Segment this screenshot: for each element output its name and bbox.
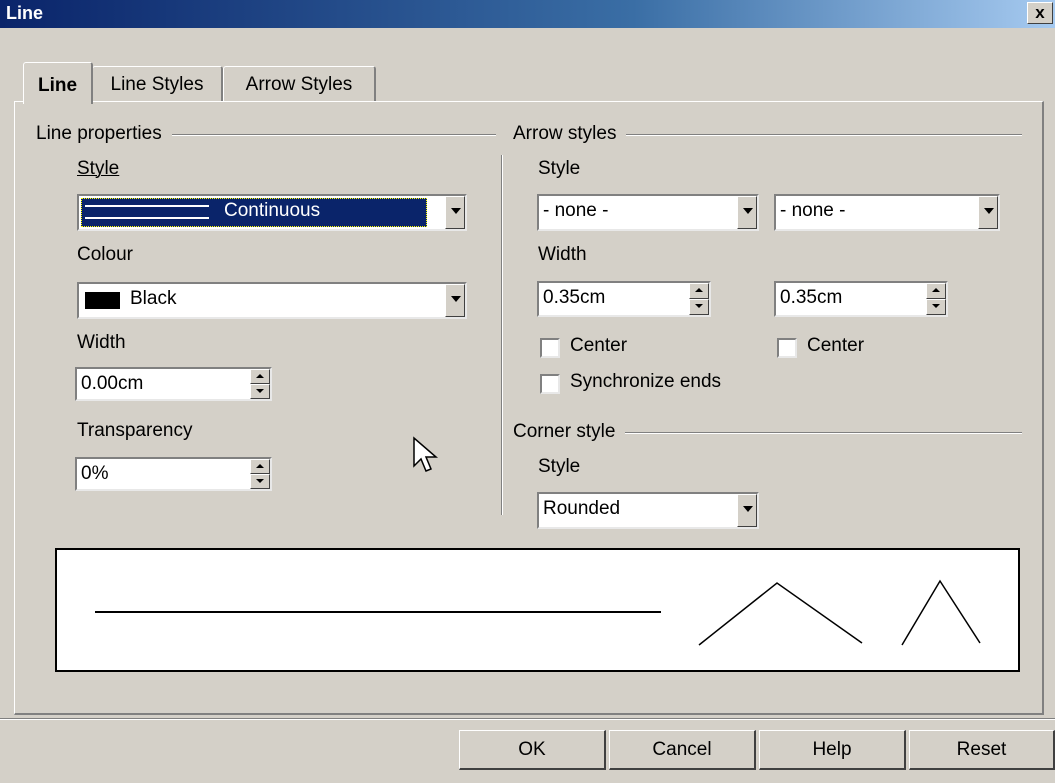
arrow-end-style-dropdown[interactable]: - none - — [774, 194, 1000, 231]
center-end-label: Center — [807, 335, 865, 356]
corner-style-label: Style — [538, 456, 581, 477]
preview-corner-wide — [698, 582, 863, 646]
line-style-dropdown[interactable]: Continuous — [77, 194, 467, 231]
group-divider — [501, 155, 503, 515]
title-bar — [0, 0, 1055, 28]
cancel-button[interactable]: Cancel — [609, 730, 756, 770]
footer-separator — [0, 718, 1055, 720]
transparency-field[interactable]: 0% — [75, 457, 272, 491]
line-properties-heading: Line properties — [36, 123, 172, 145]
ok-button[interactable]: OK — [459, 730, 606, 770]
center-start-checkbox[interactable] — [540, 338, 560, 358]
synchronize-ends-checkbox[interactable] — [540, 374, 560, 394]
chevron-down-icon[interactable] — [445, 284, 465, 317]
tab-line[interactable]: Line — [23, 62, 93, 104]
tab-line-label: Line — [37, 75, 78, 96]
spin-up-icon[interactable] — [926, 283, 946, 299]
line-width-value: 0.00cm — [81, 373, 144, 394]
arrow-end-width-field[interactable]: 0.35cm — [774, 281, 948, 317]
chevron-down-icon[interactable] — [737, 494, 757, 527]
corner-style-value: Rounded — [543, 498, 621, 519]
spin-down-icon[interactable] — [250, 474, 270, 489]
spin-down-icon[interactable] — [689, 299, 709, 315]
arrow-end-style-value: - none - — [780, 200, 846, 221]
window-title: Line — [6, 3, 44, 23]
colour-dropdown[interactable]: Black — [77, 282, 467, 319]
arrow-start-width-field[interactable]: 0.35cm — [537, 281, 711, 317]
colour-label: Colour — [77, 244, 133, 265]
chevron-down-icon[interactable] — [978, 196, 998, 229]
line-style-label: Style — [77, 158, 120, 179]
tab-line-styles[interactable]: Line Styles — [92, 66, 223, 102]
width-label: Width — [77, 332, 126, 353]
line-width-spinner[interactable] — [250, 369, 270, 399]
chevron-down-icon[interactable] — [737, 196, 757, 229]
tab-arrow-styles[interactable]: Arrow Styles — [223, 66, 376, 102]
reset-button[interactable]: Reset — [909, 730, 1055, 770]
colour-swatch — [85, 292, 120, 309]
center-start-label: Center — [570, 335, 628, 356]
spin-down-icon[interactable] — [250, 384, 270, 399]
tab-arrow-styles-label: Arrow Styles — [245, 74, 353, 95]
preview-corner-narrow — [901, 579, 981, 646]
arrow-start-width-value: 0.35cm — [543, 287, 606, 308]
transparency-spinner[interactable] — [250, 459, 270, 489]
corner-style-dropdown[interactable]: Rounded — [537, 492, 759, 529]
arrow-start-style-value: - none - — [543, 200, 609, 221]
spin-up-icon[interactable] — [250, 369, 270, 384]
synchronize-ends-label: Synchronize ends — [570, 371, 722, 392]
line-style-preview-icon — [85, 205, 209, 219]
line-width-field[interactable]: 0.00cm — [75, 367, 272, 401]
arrow-start-style-dropdown[interactable]: - none - — [537, 194, 759, 231]
arrow-start-width-spinner[interactable] — [689, 283, 709, 315]
tab-line-styles-label: Line Styles — [110, 74, 204, 95]
corner-style-heading: Corner style — [513, 421, 626, 443]
line-preview — [55, 548, 1020, 672]
spin-up-icon[interactable] — [250, 459, 270, 474]
chevron-down-icon[interactable] — [445, 196, 465, 229]
transparency-label: Transparency — [77, 420, 193, 441]
line-preview-drawing — [95, 579, 981, 646]
arrow-width-label: Width — [538, 244, 587, 265]
help-button[interactable]: Help — [759, 730, 906, 770]
mouse-cursor-icon — [413, 436, 439, 472]
colour-value: Black — [130, 288, 177, 309]
close-icon: x — [1035, 3, 1045, 22]
arrow-end-width-spinner[interactable] — [926, 283, 946, 315]
line-style-value: Continuous — [224, 200, 321, 221]
close-button[interactable]: x — [1027, 2, 1053, 24]
arrow-end-width-value: 0.35cm — [780, 287, 843, 308]
spin-down-icon[interactable] — [926, 299, 946, 315]
spin-up-icon[interactable] — [689, 283, 709, 299]
center-end-checkbox[interactable] — [777, 338, 797, 358]
arrow-style-label: Style — [538, 158, 581, 179]
arrow-styles-heading: Arrow styles — [513, 123, 627, 145]
transparency-value: 0% — [81, 463, 109, 484]
